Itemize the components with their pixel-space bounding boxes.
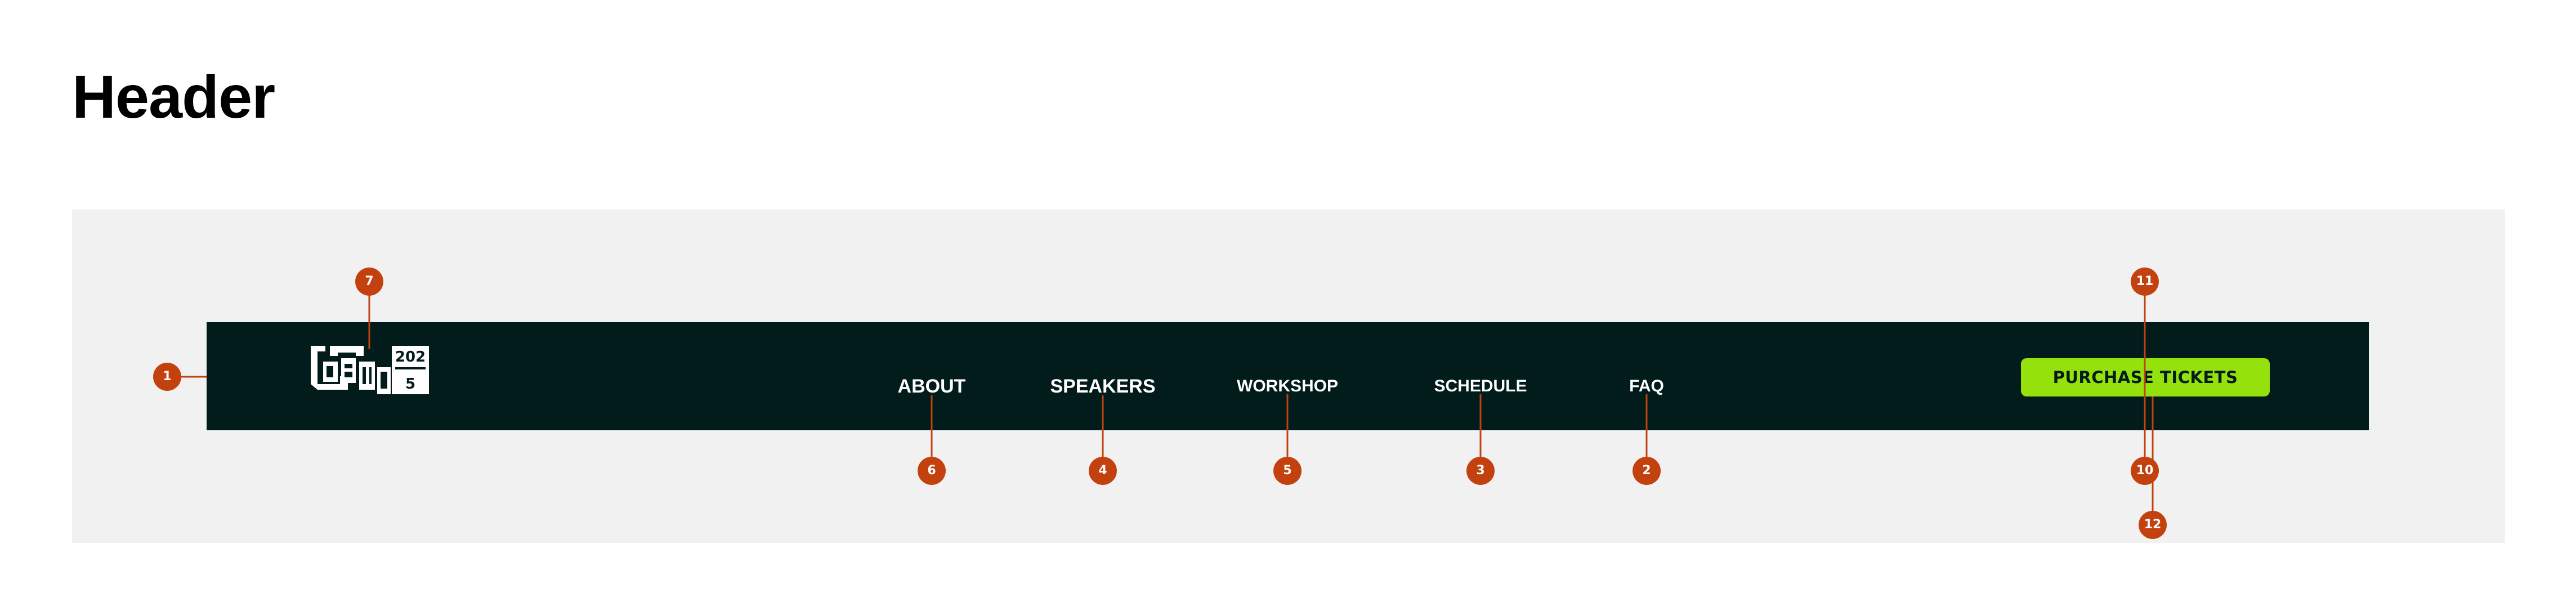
nav-workshop-link[interactable]: WORKSHOP — [1237, 377, 1338, 396]
nav-schedule-link[interactable]: SCHEDULE — [1434, 377, 1527, 396]
nav-about-link[interactable]: ABOUT — [898, 377, 966, 396]
annotation-marker: 1 — [153, 363, 181, 391]
annotation-marker: 6 — [918, 457, 946, 485]
annotation-marker: 7 — [355, 268, 383, 296]
nav-faq-link[interactable]: FAQ — [1629, 377, 1664, 396]
purchase-tickets-button[interactable]: PURCHASE TICKETS — [2021, 358, 2270, 396]
gen-logo-icon[interactable]: 202 5 — [307, 345, 431, 396]
annotation-marker: 3 — [1466, 457, 1495, 485]
nav-speakers-link[interactable]: SPEAKERS — [1050, 377, 1155, 396]
annotation-marker: 2 — [1633, 457, 1661, 485]
svg-text:202: 202 — [395, 349, 426, 366]
page-title: Header — [72, 63, 275, 131]
annotation-marker: 5 — [1273, 457, 1302, 485]
annotation-marker: 11 — [2131, 268, 2159, 296]
annotation-marker: 10 — [2131, 457, 2159, 485]
annotation-marker: 4 — [1089, 457, 1117, 485]
annotation-marker: 12 — [2139, 511, 2167, 539]
svg-text:5: 5 — [405, 376, 415, 393]
